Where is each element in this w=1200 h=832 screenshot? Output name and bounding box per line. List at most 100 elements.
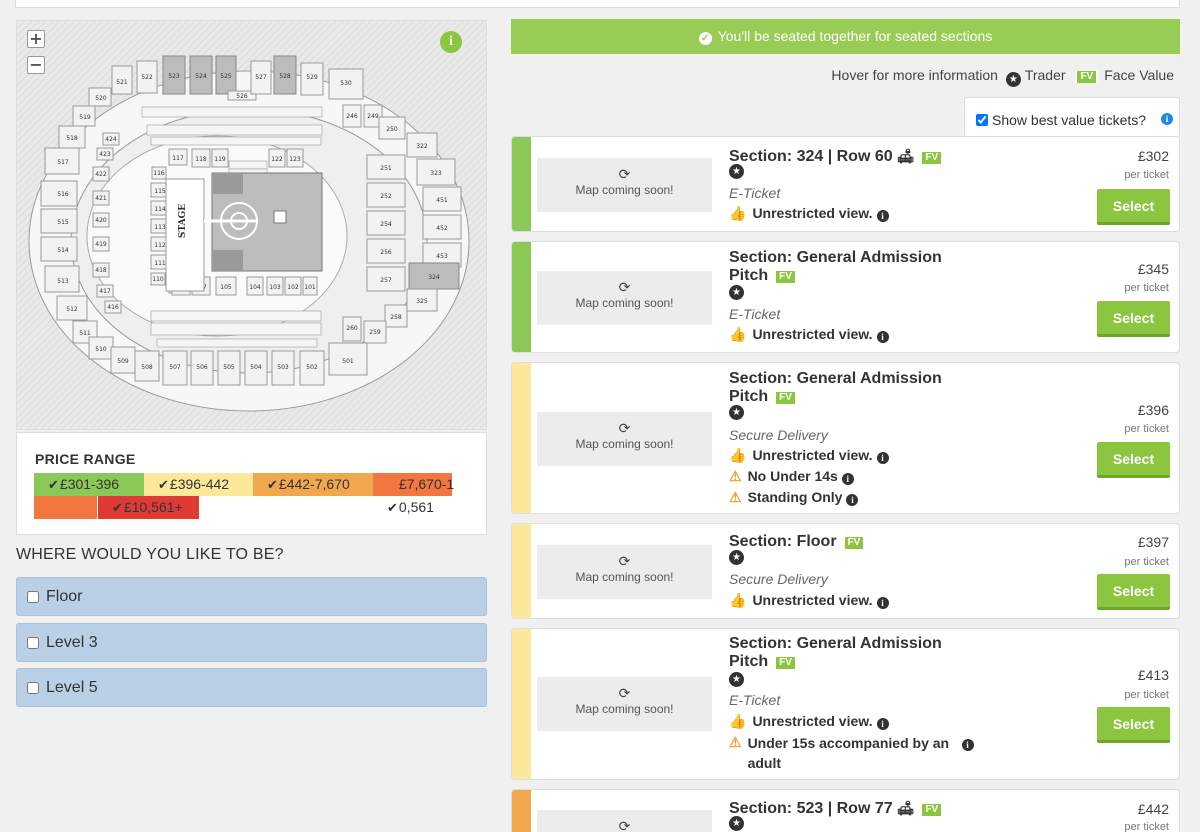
section-104-label: 104 — [249, 284, 261, 291]
info-icon[interactable]: i — [876, 210, 889, 222]
select-button[interactable]: Select — [1097, 574, 1170, 610]
price-tier-bar — [512, 790, 531, 832]
ticket-card[interactable]: ⟳ Map coming soon! Section: General Admiss… — [511, 628, 1180, 780]
info-icon[interactable]: i — [961, 739, 974, 751]
best-value-checkbox[interactable] — [976, 114, 988, 126]
ticket-price: £345 — [1137, 261, 1169, 277]
gold-circle-top — [213, 174, 243, 194]
section-122-label: 122 — [271, 156, 283, 163]
section-522-label: 522 — [141, 74, 153, 81]
price-range-4[interactable]: ✔£7,670-10,561 — [34, 473, 454, 519]
best-value-label: Show best value tickets? — [992, 112, 1147, 128]
section-325-label: 325 — [416, 298, 428, 305]
check-icon: ✔ — [387, 500, 398, 515]
filter-level-5[interactable]: Level 5 — [16, 668, 487, 707]
price-range-title: PRICE RANGE — [35, 451, 136, 467]
section-509-label: 509 — [117, 358, 129, 365]
refresh-icon: ⟳ — [618, 818, 631, 832]
fv-badge-icon: FV — [842, 537, 866, 549]
filter-level-5-label: Level 5 — [46, 679, 98, 696]
view-feature: 👍 Unrestricted view. i — [729, 712, 889, 730]
info-icon[interactable]: i — [876, 452, 889, 464]
section-419-label: 419 — [95, 241, 107, 248]
feature-text: Unrestricted view. — [752, 326, 873, 342]
fv-badge-icon: FV — [774, 657, 797, 669]
section-453-label: 453 — [436, 253, 448, 260]
section-116-label: 116 — [153, 170, 165, 177]
info-icon[interactable]: i — [841, 473, 854, 485]
price-range-1[interactable]: ✔£301-396 — [34, 473, 144, 496]
thumbs-up-icon: 👍 — [729, 205, 747, 221]
map-coming-soon-text: Map coming soon! — [575, 183, 674, 197]
price-range-3[interactable]: ✔£442-7,670 — [253, 473, 373, 496]
ticket-price: £302 — [1137, 148, 1169, 164]
map-coming-soon-text: Map coming soon! — [575, 570, 674, 584]
section-246-label: 246 — [346, 113, 358, 120]
section-254-label: 254 — [380, 221, 392, 228]
venue-map-svg[interactable]: 521 522 523 524 525 526 527 528 529 530 … — [17, 21, 487, 430]
section-523-label: 523 — [168, 73, 180, 80]
section-527-label: 527 — [255, 74, 267, 81]
price-range-5[interactable]: ✔£10,561+ — [98, 496, 199, 519]
section-420-label: 420 — [95, 217, 107, 224]
refresh-icon: ⟳ — [618, 420, 631, 436]
zoom-in-button[interactable]: + — [27, 30, 45, 48]
section-515-label: 515 — [57, 219, 69, 226]
ticket-card[interactable]: ⟳ Map coming soon! Section: Floor FV ★ Secure… — [511, 523, 1180, 619]
per-ticket-label: per ticket — [1124, 689, 1169, 701]
section-422-label: 422 — [95, 171, 107, 178]
section-418-label: 418 — [95, 267, 107, 274]
filter-floor-checkbox[interactable] — [27, 591, 39, 603]
trader-star-icon: ★ — [729, 164, 744, 179]
map-coming-soon: ⟳Map coming soon! — [537, 158, 712, 212]
view-feature: 👍 Unrestricted view. i — [729, 446, 889, 464]
ticket-card[interactable]: ⟳ Map coming soon! Section: 324 | Row 60 🛋 F… — [511, 136, 1180, 232]
ticket-price: £442 — [1137, 801, 1169, 817]
section-513-label: 513 — [57, 278, 69, 285]
map-coming-soon: ⟳Map coming soon! — [537, 271, 712, 325]
section-112-label: 112 — [154, 242, 166, 249]
star-icon: ★ — [1005, 72, 1021, 87]
section-323-label: 323 — [430, 170, 442, 177]
feature-text: Unrestricted view. — [752, 713, 873, 729]
section-title: Section: General Admission Pitch FV — [729, 635, 969, 671]
ticket-card[interactable]: ⟳ Map coming soon! Section: General Admiss… — [511, 241, 1180, 353]
section-416-label: 416 — [107, 304, 119, 311]
section-526-label: 526 — [236, 93, 248, 100]
section-423-label: 423 — [99, 151, 111, 158]
venue-map[interactable]: 521 522 523 524 525 526 527 528 529 530 … — [16, 20, 487, 430]
legend-trader: Trader — [1024, 67, 1066, 83]
info-icon[interactable]: i — [876, 718, 889, 730]
section-title: Section: General Admission Pitch FV — [729, 370, 969, 406]
section-417-label: 417 — [99, 288, 111, 295]
section-452-label: 452 — [436, 225, 448, 232]
section-111-label: 111 — [154, 260, 166, 267]
section-259-label: 259 — [369, 329, 381, 336]
price-range-2[interactable]: ✔£396-442 — [144, 473, 253, 496]
section-123-label: 123 — [289, 156, 301, 163]
best-value-toggle[interactable]: Show best value tickets? i — [964, 97, 1180, 137]
info-icon[interactable]: i — [876, 331, 889, 343]
ticket-card[interactable]: ⟳Map coming soon! Section: 523 | Row 77🛋 F… — [511, 789, 1180, 832]
zoom-out-button[interactable]: − — [27, 56, 45, 74]
section-105-label: 105 — [220, 284, 232, 291]
section-525-label: 525 — [220, 73, 232, 80]
info-icon[interactable]: i — [1161, 113, 1173, 125]
filter-level-5-checkbox[interactable] — [27, 682, 39, 694]
filter-level-3-checkbox[interactable] — [27, 637, 39, 649]
select-button[interactable]: Select — [1097, 442, 1170, 478]
select-button[interactable]: Select — [1097, 189, 1170, 225]
map-info-icon[interactable]: i — [440, 31, 462, 53]
per-ticket-label: per ticket — [1124, 282, 1169, 294]
feature-text: Unrestricted view. — [752, 447, 873, 463]
info-icon[interactable]: i — [846, 494, 859, 506]
select-button[interactable]: Select — [1097, 301, 1170, 337]
filter-level-3-label: Level 3 — [46, 634, 98, 651]
filter-floor[interactable]: Floor — [16, 577, 487, 616]
filter-level-3[interactable]: Level 3 — [16, 623, 487, 662]
info-icon[interactable]: i — [876, 597, 889, 609]
ticket-card[interactable]: ⟳ Map coming soon! Section: General Admiss… — [511, 362, 1180, 514]
refresh-icon: ⟳ — [618, 166, 631, 182]
select-button[interactable]: Select — [1097, 707, 1170, 743]
section-title-text: Section: 523 | Row 77 — [729, 800, 893, 817]
